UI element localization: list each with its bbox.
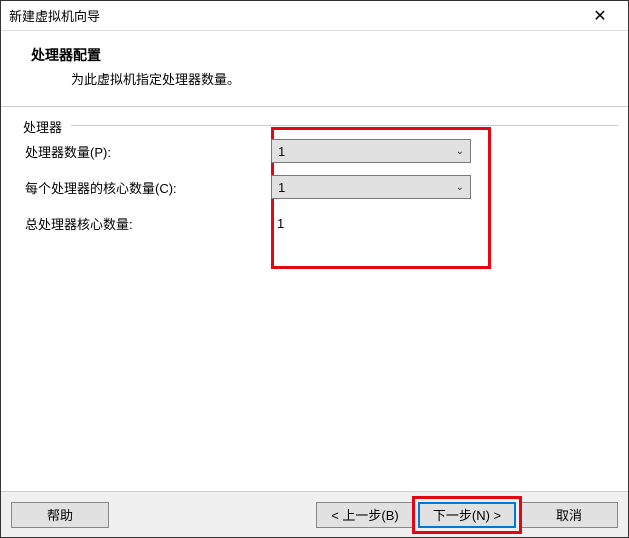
next-button-wrapper: 下一步(N) > bbox=[418, 502, 516, 528]
cores-per-processor-dropdown[interactable]: 1 ⌄ bbox=[271, 175, 471, 199]
titlebar: 新建虚拟机向导 ✕ bbox=[1, 1, 628, 31]
total-cores-value: 1 bbox=[271, 216, 284, 231]
page-subtitle: 为此虚拟机指定处理器数量。 bbox=[31, 69, 598, 88]
fieldset-legend: 处理器 bbox=[19, 117, 66, 136]
cores-per-processor-row: 每个处理器的核心数量(C): 1 ⌄ bbox=[21, 169, 608, 205]
total-cores-label: 总处理器核心数量: bbox=[21, 214, 271, 233]
footer-bar: 帮助 < 上一步(B) 下一步(N) > 取消 bbox=[1, 491, 628, 537]
window-title: 新建虚拟机向导 bbox=[9, 6, 580, 25]
cores-per-processor-cell: 1 ⌄ bbox=[271, 175, 491, 199]
page-title: 处理器配置 bbox=[31, 45, 598, 65]
wizard-window: 新建虚拟机向导 ✕ 处理器配置 为此虚拟机指定处理器数量。 处理器 处理器数量(… bbox=[0, 0, 629, 538]
processor-count-dropdown[interactable]: 1 ⌄ bbox=[271, 139, 471, 163]
content-area: 处理器 处理器数量(P): 1 ⌄ 每个处理器的核心数量(C): 1 ⌄ bbox=[1, 107, 628, 491]
next-button[interactable]: 下一步(N) > bbox=[418, 502, 516, 528]
processor-fieldset: 处理器 处理器数量(P): 1 ⌄ 每个处理器的核心数量(C): 1 ⌄ bbox=[11, 123, 618, 251]
chevron-down-icon: ⌄ bbox=[456, 146, 464, 157]
cores-per-processor-value: 1 bbox=[278, 180, 456, 195]
close-button[interactable]: ✕ bbox=[580, 1, 620, 30]
header-section: 处理器配置 为此虚拟机指定处理器数量。 bbox=[1, 31, 628, 106]
processor-count-cell: 1 ⌄ bbox=[271, 139, 491, 163]
processor-count-row: 处理器数量(P): 1 ⌄ bbox=[21, 133, 608, 169]
processor-count-value: 1 bbox=[278, 144, 456, 159]
fieldset-line bbox=[71, 125, 618, 126]
chevron-down-icon: ⌄ bbox=[456, 182, 464, 193]
cores-per-processor-label: 每个处理器的核心数量(C): bbox=[21, 178, 271, 197]
total-cores-row: 总处理器核心数量: 1 bbox=[21, 205, 608, 241]
back-button[interactable]: < 上一步(B) bbox=[316, 502, 414, 528]
close-icon: ✕ bbox=[593, 6, 606, 26]
help-button[interactable]: 帮助 bbox=[11, 502, 109, 528]
total-cores-cell: 1 bbox=[271, 216, 491, 231]
processor-count-label: 处理器数量(P): bbox=[21, 142, 271, 161]
cancel-button[interactable]: 取消 bbox=[520, 502, 618, 528]
